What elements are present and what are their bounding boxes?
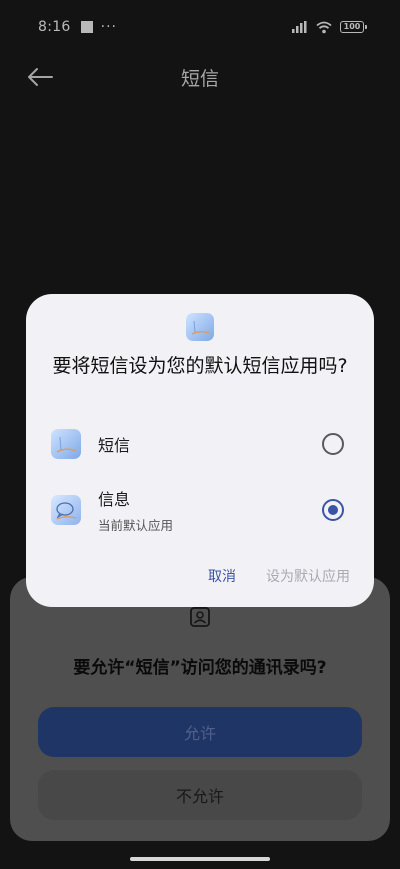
option-sms[interactable]: 短信 bbox=[26, 416, 374, 472]
sms-app-icon bbox=[51, 429, 81, 459]
option-label: 信息 bbox=[98, 490, 131, 509]
option-text: 信息 当前默认应用 bbox=[98, 486, 173, 534]
messages-app-icon bbox=[51, 495, 81, 525]
radio-sms[interactable] bbox=[322, 433, 344, 455]
sms-app-icon bbox=[186, 313, 214, 341]
radio-messages[interactable] bbox=[322, 499, 344, 521]
dialog-actions: 取消 设为默认应用 bbox=[26, 566, 374, 588]
option-label: 短信 bbox=[98, 436, 131, 455]
option-messages[interactable]: 信息 当前默认应用 bbox=[26, 482, 374, 538]
option-text: 短信 bbox=[98, 432, 130, 456]
cancel-button[interactable]: 取消 bbox=[208, 566, 236, 586]
dialog-title: 要将短信设为您的默认短信应用吗? bbox=[52, 355, 348, 377]
default-sms-dialog: 要将短信设为您的默认短信应用吗? 短信 信息 当前默认应用 取消 设为默认应用 bbox=[26, 294, 374, 607]
set-default-button[interactable]: 设为默认应用 bbox=[266, 566, 350, 586]
option-sublabel: 当前默认应用 bbox=[98, 518, 174, 533]
home-indicator[interactable] bbox=[130, 857, 270, 861]
